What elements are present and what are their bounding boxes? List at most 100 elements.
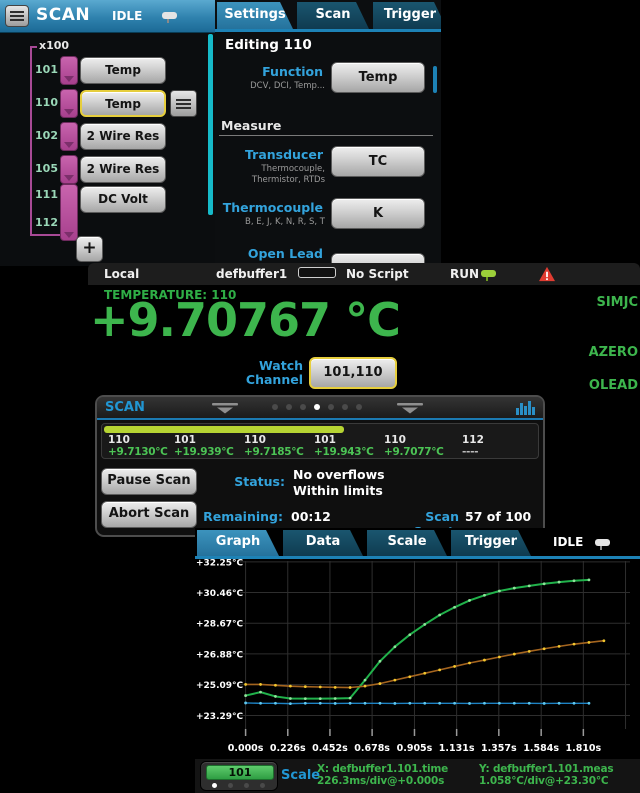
channel-function-button[interactable]: 2 Wire Res [80, 123, 166, 150]
page-dot[interactable] [328, 404, 334, 410]
channel-slider[interactable] [60, 56, 78, 85]
scan-swipe-title: SCAN [105, 400, 145, 415]
svg-text:+28.67°C: +28.67°C [196, 620, 244, 630]
page-dot[interactable] [286, 404, 292, 410]
x-axis-info: X: defbuffer1.101.time 226.3ms/div@+0.00… [317, 763, 448, 787]
channel-number: 112 [30, 216, 58, 229]
channel-scrollbar[interactable] [208, 34, 213, 215]
remaining-value: 00:12 [291, 509, 331, 524]
channel-function-button[interactable]: Temp [80, 57, 166, 84]
channel-number: 111 [30, 188, 58, 201]
reading-cell: 112---- [462, 434, 532, 458]
reading-cell: 110+9.7130°C [108, 434, 178, 458]
channel-number: 110 [30, 96, 58, 109]
function-value-button[interactable]: Temp [331, 62, 425, 93]
instrument-status-bar: Local defbuffer1 No Script RUN [88, 263, 640, 285]
function-label: Function [215, 64, 323, 79]
settings-panel: Settings Scan Trigger Editing 110 Functi… [215, 0, 441, 270]
channel-function-button[interactable]: 2 Wire Res [80, 156, 166, 183]
tab-graph[interactable]: Graph [197, 530, 279, 556]
add-channel-button[interactable]: + [76, 236, 103, 262]
scan-readings-strip: 110+9.7130°C 101+19.939°C 110+9.7185°C 1… [101, 423, 539, 459]
page-dot[interactable] [260, 783, 265, 788]
channel-panel-header: SCAN IDLE [0, 0, 215, 33]
channel-number: 105 [30, 162, 58, 175]
page-dot[interactable] [356, 404, 362, 410]
channel-function-button[interactable]: DC Volt [80, 186, 166, 213]
comm-mode-label[interactable]: Local [104, 267, 139, 281]
page-dot[interactable] [300, 404, 306, 410]
watch-channel-label-1: Watch [218, 358, 303, 373]
page-dot[interactable] [342, 404, 348, 410]
svg-text:+32.25°C: +32.25°C [196, 559, 244, 568]
reading-cell: 101+19.939°C [174, 434, 244, 458]
scan-progress-fill [104, 426, 344, 433]
section-divider [219, 135, 433, 136]
script-label[interactable]: No Script [346, 267, 409, 281]
abort-scan-button[interactable]: Abort Scan [101, 501, 197, 528]
tab-trigger[interactable]: Trigger [451, 530, 531, 556]
tab-data[interactable]: Data [283, 530, 363, 556]
scale-label[interactable]: Scale [281, 768, 320, 783]
thermocouple-value-button[interactable]: K [331, 198, 425, 229]
x-axis-source: X: defbuffer1.101.time [317, 763, 448, 775]
channel-slider[interactable] [60, 155, 78, 184]
thermocouple-label: Thermocouple [215, 200, 323, 215]
chip-page-dots[interactable] [212, 783, 265, 788]
active-buffer-label[interactable]: defbuffer1 [216, 267, 287, 281]
svg-text:+23.29°C: +23.29°C [196, 712, 244, 722]
channel-list-panel: SCAN IDLE x100 101 110 102 105 111 112 T… [0, 0, 215, 266]
scan-swipe-header[interactable]: SCAN [97, 397, 543, 418]
tab-scan[interactable]: Scan [297, 2, 369, 29]
channel-slider[interactable] [60, 184, 78, 241]
statistics-icon[interactable] [516, 400, 535, 415]
channel-slider[interactable] [60, 89, 78, 118]
function-sublabel: DCV, DCI, Temp... [215, 81, 325, 91]
remaining-label: Remaining: [197, 509, 283, 524]
svg-text:0.452s: 0.452s [312, 743, 348, 754]
tab-settings[interactable]: Settings [217, 2, 293, 29]
transducer-sublabel-1: Thermocouple, [215, 164, 325, 174]
pause-scan-button[interactable]: Pause Scan [101, 468, 197, 495]
svg-text:1.357s: 1.357s [481, 743, 517, 754]
channel-slider[interactable] [60, 122, 78, 151]
y-axis-info: Y: defbuffer1.101.meas 1.058°C/div@+23.3… [479, 763, 613, 787]
page-dot[interactable] [228, 783, 233, 788]
scan-graph[interactable]: 0.000s0.226s0.452s0.678s0.905s1.131s1.35… [195, 559, 640, 759]
run-state-label[interactable]: RUN [450, 267, 479, 281]
warning-icon[interactable] [538, 266, 556, 282]
channel-number: 102 [30, 129, 58, 142]
transducer-sublabel-2: Thermistor, RTDs [215, 175, 325, 185]
channel-multiplier-label: x100 [37, 39, 71, 52]
thermocouple-sublabel: B, E, J, K, N, R, S, T [215, 217, 325, 227]
swipe-page-dots[interactable] [272, 404, 362, 410]
channel-number: 101 [30, 63, 58, 76]
menu-icon[interactable] [5, 5, 29, 27]
measurement-panel: Local defbuffer1 No Script RUN TEMPERATU… [88, 263, 640, 403]
trace-buffer-chip-label[interactable]: 101 [206, 765, 274, 780]
trigger-state-label: IDLE [553, 535, 583, 549]
trace-buffer-chip[interactable]: 101 [200, 761, 278, 791]
transducer-label: Transducer [215, 147, 323, 162]
page-dot[interactable] [272, 404, 278, 410]
collapse-chevron-icon[interactable] [397, 403, 423, 414]
svg-text:1.131s: 1.131s [439, 743, 475, 754]
watch-channel-button[interactable]: 101,110 [309, 357, 397, 389]
settings-scrollbar[interactable] [433, 66, 437, 93]
channel-function-button-selected[interactable]: Temp [80, 90, 166, 117]
svg-text:0.678s: 0.678s [354, 743, 390, 754]
buffer-gauge-icon[interactable] [298, 267, 336, 278]
y-axis-source: Y: defbuffer1.101.meas [479, 763, 613, 775]
open-lead-label: Open Lead [215, 246, 323, 261]
channel-options-icon[interactable] [170, 90, 197, 117]
collapse-chevron-icon[interactable] [212, 403, 238, 414]
idle-flag-icon [162, 12, 177, 19]
page-dot[interactable] [212, 783, 217, 788]
page-dot[interactable] [314, 404, 320, 410]
tab-trigger[interactable]: Trigger [373, 2, 441, 29]
reading-cell: 110+9.7077°C [384, 434, 454, 458]
page-dot[interactable] [244, 783, 249, 788]
header-underline [97, 418, 543, 420]
tab-scale[interactable]: Scale [367, 530, 447, 556]
transducer-value-button[interactable]: TC [331, 146, 425, 177]
